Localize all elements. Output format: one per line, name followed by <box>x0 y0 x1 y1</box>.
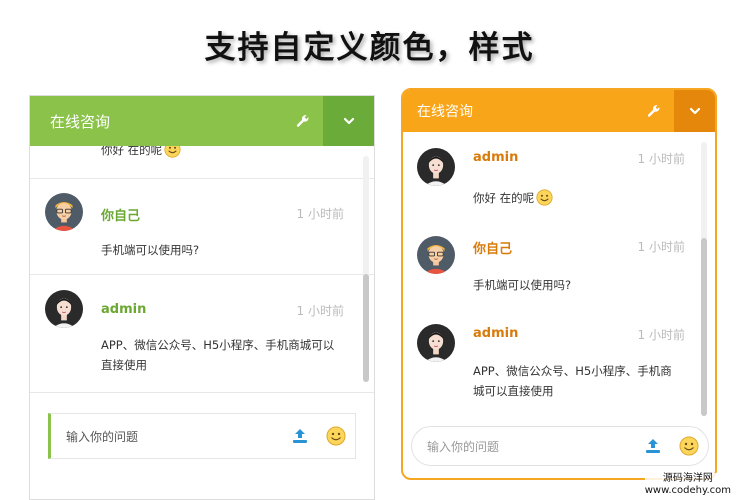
watermark-name: 源码海洋网 <box>662 473 713 484</box>
message-text: 你好 在的呢 <box>473 188 683 208</box>
message-item: admin 1 小时前 APP、微信公众号、H5小程序、手机商城可以直接使用 <box>30 275 374 393</box>
chat-panel-green: 在线咨询 你好 在的呢 你自己 1 小时前 手机端可以使用吗? admin 1 … <box>29 95 375 500</box>
chevron-down-icon <box>342 114 356 128</box>
avatar <box>45 290 83 328</box>
message-sender: 你自己 <box>473 242 513 257</box>
message-sender: admin <box>473 326 519 341</box>
message-item: admin 1 小时前 APP、微信公众号、H5小程序、手机商城可以直接使用 <box>403 316 715 416</box>
emoji-button[interactable] <box>317 414 355 458</box>
message-item: 你自己 1 小时前 手机端可以使用吗? <box>403 228 715 316</box>
smile-icon <box>326 426 346 446</box>
settings-button[interactable] <box>283 96 323 146</box>
message-text: APP、微信公众号、H5小程序、手机商城可以直接使用 <box>101 338 335 372</box>
message-item: 你好 在的呢 <box>30 146 374 179</box>
input-placeholder: 输入你的问题 <box>66 429 139 444</box>
message-item: 你自己 1 小时前 手机端可以使用吗? <box>30 179 374 275</box>
collapse-button[interactable] <box>674 90 715 132</box>
headline: 支持自定义颜色，样式 <box>204 30 535 66</box>
message-item: admin 1 小时前 你好 在的呢 <box>403 140 715 228</box>
message-input[interactable]: 输入你的问题 <box>48 413 356 459</box>
collapse-button[interactable] <box>323 96 374 146</box>
message-sender: admin <box>473 150 519 165</box>
smile-emoji-icon <box>536 189 553 206</box>
message-time: 1 小时前 <box>296 304 344 318</box>
message-time: 1 小时前 <box>637 240 685 254</box>
upload-button[interactable] <box>283 414 317 458</box>
message-sender: 你自己 <box>101 209 141 224</box>
avatar <box>417 324 455 362</box>
chat-panel-orange: 在线咨询 admin 1 小时前 你好 在的呢 你自己 1 小时前 手机端可以使… <box>401 88 717 480</box>
message-text: 手机端可以使用吗? <box>473 278 572 292</box>
smile-emoji-icon <box>164 146 181 158</box>
scrollbar[interactable] <box>701 142 707 416</box>
settings-button[interactable] <box>634 90 674 132</box>
message-list[interactable]: admin 1 小时前 你好 在的呢 你自己 1 小时前 手机端可以使用吗? a… <box>403 132 715 418</box>
message-text: 手机端可以使用吗? <box>101 243 200 257</box>
avatar <box>417 148 455 186</box>
wrench-icon <box>647 104 661 118</box>
chat-header: 在线咨询 <box>403 90 715 132</box>
scrollbar[interactable] <box>363 156 369 382</box>
chat-title: 在线咨询 <box>417 104 473 120</box>
upload-button[interactable] <box>636 427 670 465</box>
message-sender: admin <box>101 302 147 317</box>
chat-title: 在线咨询 <box>50 112 111 131</box>
wrench-icon <box>296 114 310 128</box>
watermark-url: www.codehy.com <box>644 485 731 496</box>
scrollbar-thumb[interactable] <box>701 238 707 416</box>
message-time: 1 小时前 <box>637 328 685 342</box>
chevron-down-icon <box>688 104 702 118</box>
scrollbar-thumb[interactable] <box>363 274 369 382</box>
avatar <box>417 236 455 274</box>
smile-icon <box>679 436 699 456</box>
message-text: 你好 在的呢 <box>101 146 342 160</box>
chat-header: 在线咨询 <box>30 96 374 146</box>
upload-icon <box>291 427 309 445</box>
message-text: APP、微信公众号、H5小程序、手机商城可以直接使用 <box>473 364 672 398</box>
avatar <box>45 193 83 231</box>
watermark: 源码海洋网 www.codehy.com <box>644 473 731 497</box>
input-placeholder: 输入你的问题 <box>427 439 500 454</box>
message-time: 1 小时前 <box>296 207 344 221</box>
upload-icon <box>644 437 662 455</box>
message-time: 1 小时前 <box>637 152 685 166</box>
emoji-button[interactable] <box>670 427 708 465</box>
message-list[interactable]: 你好 在的呢 你自己 1 小时前 手机端可以使用吗? admin 1 小时前 A… <box>30 146 374 442</box>
message-input[interactable]: 输入你的问题 <box>411 426 709 466</box>
